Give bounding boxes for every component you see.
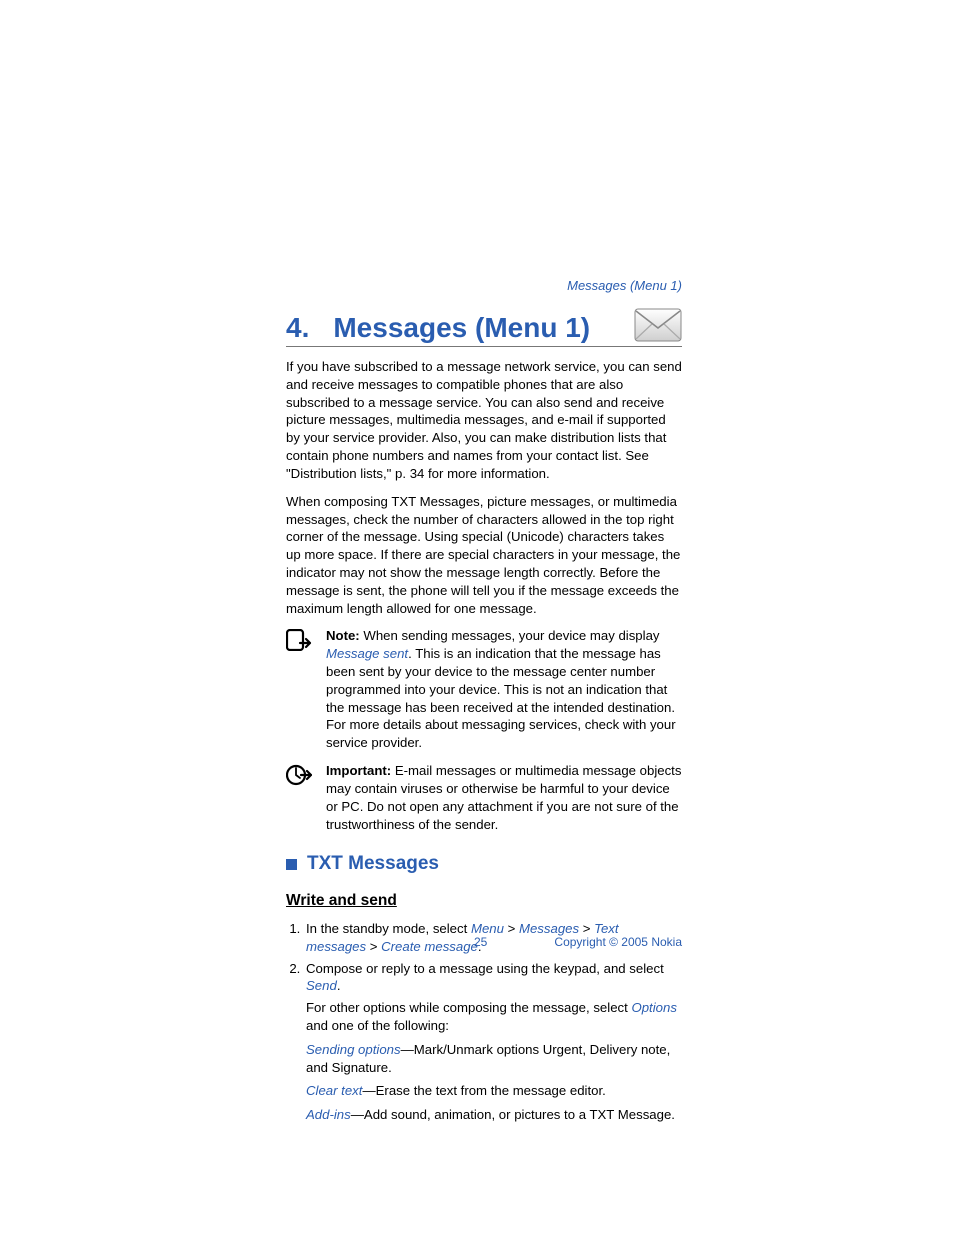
- subsection-title: Write and send: [286, 891, 682, 912]
- chapter-title: Messages (Menu 1): [333, 312, 682, 344]
- page-body: If you have subscribed to a message netw…: [286, 358, 682, 1130]
- note-text-post: . This is an indication that the message…: [326, 646, 676, 750]
- options-link[interactable]: Options: [631, 1000, 676, 1015]
- intro-paragraph-1: If you have subscribed to a message netw…: [286, 358, 682, 483]
- menu-link[interactable]: Menu: [471, 921, 504, 936]
- section-bullet-icon: [286, 859, 297, 870]
- chapter-number: 4.: [286, 312, 309, 344]
- section-title: TXT Messages: [307, 851, 439, 877]
- note-icon: [286, 629, 312, 651]
- step2-body: For other options while composing the me…: [306, 999, 682, 1035]
- document-page: Messages (Menu 1) 4. Messages (Menu 1) I…: [0, 0, 954, 1235]
- intro-paragraph-2: When composing TXT Messages, picture mes…: [286, 493, 682, 618]
- important-block: Important: E-mail messages or multimedia…: [286, 762, 682, 833]
- important-label: Important:: [326, 763, 391, 778]
- step2-text: Compose or reply to a message using the …: [306, 961, 664, 976]
- step1-text: In the standby mode, select: [306, 921, 471, 936]
- option-sending: Sending options—Mark/Unmark options Urge…: [306, 1041, 682, 1077]
- note-label: Note:: [326, 628, 360, 643]
- chapter-heading: 4. Messages (Menu 1): [286, 300, 682, 347]
- clear-text-link[interactable]: Clear text: [306, 1083, 362, 1098]
- running-header-link[interactable]: Messages (Menu 1): [567, 278, 682, 293]
- option-clear: Clear text—Erase the text from the messa…: [306, 1082, 682, 1100]
- add-ins-link[interactable]: Add-ins: [306, 1107, 351, 1122]
- important-icon: [286, 764, 312, 786]
- copyright: Copyright © 2005 Nokia: [554, 935, 682, 949]
- note-text: Note: When sending messages, your device…: [326, 627, 682, 752]
- section-heading: TXT Messages: [286, 851, 682, 877]
- step-2: Compose or reply to a message using the …: [304, 960, 682, 1125]
- option-addins: Add-ins—Add sound, animation, or picture…: [306, 1106, 682, 1124]
- send-link[interactable]: Send: [306, 978, 337, 993]
- page-footer: 25 Copyright © 2005 Nokia: [286, 935, 682, 949]
- sending-options-link[interactable]: Sending options: [306, 1042, 401, 1057]
- envelope-icon: [634, 308, 682, 347]
- note-text-pre: When sending messages, your device may d…: [360, 628, 660, 643]
- page-number: 25: [474, 935, 487, 949]
- steps-list: In the standby mode, select Menu > Messa…: [286, 920, 682, 1124]
- messages-link[interactable]: Messages: [519, 921, 579, 936]
- note-block: Note: When sending messages, your device…: [286, 627, 682, 752]
- important-text: Important: E-mail messages or multimedia…: [326, 762, 682, 833]
- message-sent-link[interactable]: Message sent: [326, 646, 408, 661]
